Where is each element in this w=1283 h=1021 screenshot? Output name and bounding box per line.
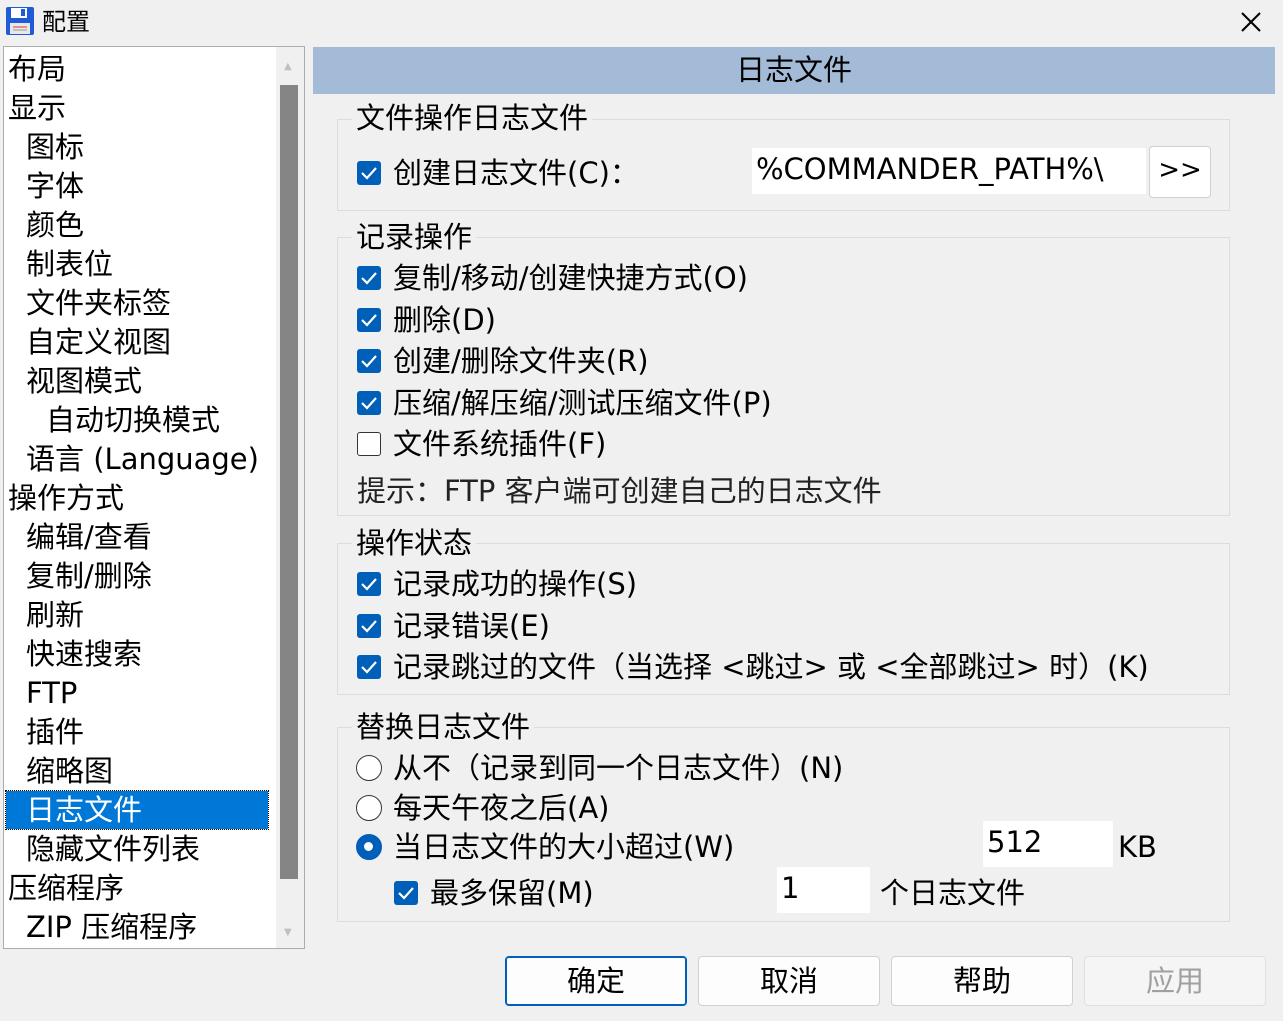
group-title-record-ops: 记录操作 [352,219,477,255]
create-log-checkbox[interactable] [357,161,381,185]
replace-size-label[interactable]: 当日志文件的大小超过(W) [393,828,734,866]
log-success-checkbox[interactable] [357,572,381,596]
tree-item-thumbnails[interactable]: 缩略图 [24,752,115,790]
log-copy-move-label[interactable]: 复制/移动/创建快捷方式(O) [393,259,748,297]
log-fs-plugin-label[interactable]: 文件系统插件(F) [393,425,606,463]
browse-button[interactable]: >> [1149,146,1211,198]
tree-item-display[interactable]: 显示 [6,89,68,127]
replace-never-label[interactable]: 从不（记录到同一个日志文件）(N) [393,749,843,787]
log-success-label[interactable]: 记录成功的操作(S) [393,565,637,603]
tree-item-colors[interactable]: 颜色 [24,206,86,244]
tree-item-copy-delete[interactable]: 复制/删除 [24,557,154,595]
tree-item-layout[interactable]: 布局 [6,50,68,88]
log-fs-plugin-checkbox[interactable] [357,432,381,456]
keep-count-input[interactable]: 1 [777,867,870,913]
tree-item-custom-views[interactable]: 自定义视图 [24,323,173,361]
keep-max-label[interactable]: 最多保留(M) [430,874,594,912]
panel-title: 日志文件 [313,47,1275,94]
log-delete-checkbox[interactable] [357,308,381,332]
group-title-op-status: 操作状态 [352,525,477,561]
tree-item-refresh[interactable]: 刷新 [24,596,86,634]
replace-never-radio[interactable] [356,755,382,781]
log-errors-checkbox[interactable] [357,614,381,638]
group-title-replace-log: 替换日志文件 [352,709,535,745]
replace-midnight-radio[interactable] [356,795,382,821]
log-archive-checkbox[interactable] [357,391,381,415]
tree-item-operation[interactable]: 操作方式 [6,479,126,517]
cancel-button[interactable]: 取消 [698,956,880,1006]
tree-item-language[interactable]: 语言 (Language) [24,440,261,478]
close-icon [1241,12,1261,32]
ftp-hint-text: 提示：FTP 客户端可创建自己的日志文件 [357,474,882,508]
log-folder-label[interactable]: 创建/删除文件夹(R) [393,342,649,380]
log-copy-move-checkbox[interactable] [357,266,381,290]
size-unit-label: KB [1118,830,1157,864]
settings-tree[interactable]: 布局 显示 图标 字体 颜色 制表位 文件夹标签 自定义视图 视图模式 自动切换… [3,46,305,949]
log-archive-label[interactable]: 压缩/解压缩/测试压缩文件(P) [393,384,772,422]
group-title-file-log: 文件操作日志文件 [352,100,593,136]
help-button[interactable]: 帮助 [891,956,1073,1006]
tree-item-ftp[interactable]: FTP [24,674,79,712]
log-errors-label[interactable]: 记录错误(E) [393,607,550,645]
keep-max-checkbox[interactable] [394,881,418,905]
size-limit-input[interactable]: 512 [983,821,1113,867]
tree-item-zip-packer[interactable]: ZIP 压缩程序 [24,908,199,946]
window-title: 配置 [42,8,90,36]
log-path-input[interactable]: %COMMANDER_PATH%\ [752,148,1146,194]
replace-midnight-label[interactable]: 每天午夜之后(A) [393,789,609,827]
close-button[interactable] [1219,0,1283,44]
tree-item-auto-switch[interactable]: 自动切换模式 [44,401,222,439]
tree-item-log-file[interactable]: 日志文件 [5,790,269,830]
tree-item-plugins[interactable]: 插件 [24,713,86,751]
create-log-label[interactable]: 创建日志文件(C)： [393,154,639,192]
tree-item-folder-tabs[interactable]: 文件夹标签 [24,284,173,322]
title-bar: 配置 [0,0,1283,44]
tree-item-icons[interactable]: 图标 [24,128,86,166]
log-skipped-checkbox[interactable] [357,655,381,679]
tree-item-quick-search[interactable]: 快速搜索 [24,635,144,673]
scrollbar-thumb[interactable] [280,85,298,879]
floppy-disk-icon [5,6,35,36]
tree-item-ignore-list[interactable]: 隐藏文件列表 [24,830,202,868]
keep-unit-label: 个日志文件 [880,876,1026,910]
log-delete-label[interactable]: 删除(D) [393,301,496,339]
replace-size-radio[interactable] [356,834,382,860]
tree-item-view-modes[interactable]: 视图模式 [24,362,144,400]
scroll-down-icon[interactable]: ▼ [284,927,292,938]
tree-item-fonts[interactable]: 字体 [24,167,86,205]
apply-button[interactable]: 应用 [1084,956,1266,1006]
tree-item-packers[interactable]: 压缩程序 [6,869,126,907]
ok-button[interactable]: 确定 [505,956,687,1006]
log-folder-checkbox[interactable] [357,349,381,373]
tree-item-edit-view[interactable]: 编辑/查看 [24,518,154,556]
log-skipped-label[interactable]: 记录跳过的文件（当选择 <跳过> 或 <全部跳过> 时）(K) [393,648,1149,686]
scroll-up-icon[interactable]: ▲ [284,61,292,72]
tree-scrollbar[interactable]: ▲ ▼ [276,47,304,948]
tree-item-tabstops[interactable]: 制表位 [24,245,115,283]
